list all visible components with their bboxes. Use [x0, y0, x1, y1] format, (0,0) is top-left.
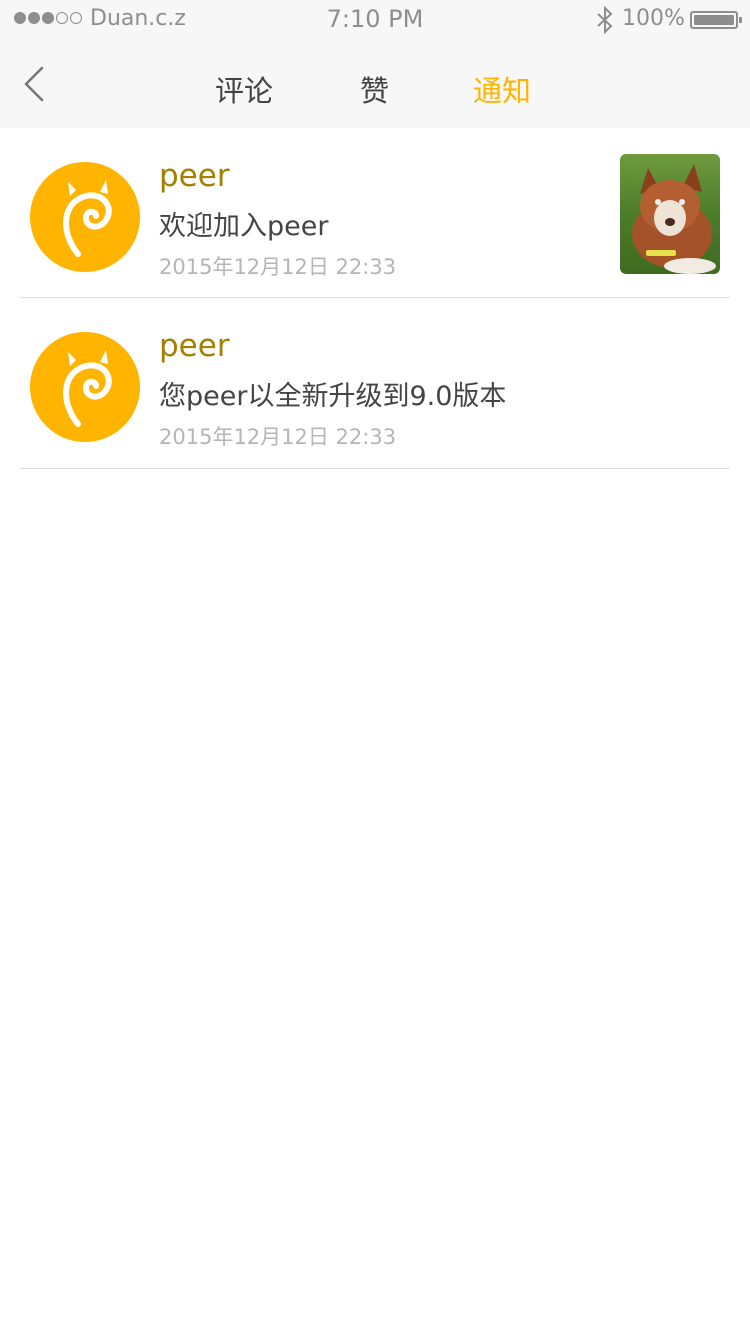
tab-comments[interactable]: 评论	[215, 68, 273, 110]
divider	[20, 468, 730, 469]
chevron-left-icon	[24, 66, 44, 102]
notification-date: 2015年12月12日 22:33	[159, 255, 397, 279]
tab-notifications[interactable]: 通知	[473, 68, 531, 110]
sender-name: peer	[159, 328, 230, 364]
nav-bar: 评论 赞 通知	[0, 40, 750, 128]
phone-screen: Duan.c.z 7:10 PM 100% 评论 赞 通知 peer 欢迎加入p…	[0, 0, 750, 1334]
notification-list: peer 欢迎加入peer 2015年12月12日 22:33 peer 您pe…	[0, 128, 750, 469]
peer-logo-icon	[63, 350, 112, 427]
avatar[interactable]	[30, 162, 140, 272]
bluetooth-icon	[597, 6, 613, 34]
tab-likes[interactable]: 赞	[360, 68, 389, 110]
status-bar: Duan.c.z 7:10 PM 100%	[0, 0, 750, 40]
back-button[interactable]	[14, 62, 58, 106]
notification-item[interactable]: peer 您peer以全新升级到9.0版本 2015年12月12日 22:33	[0, 298, 750, 469]
notification-message: 欢迎加入peer	[159, 211, 329, 242]
notification-item[interactable]: peer 欢迎加入peer 2015年12月12日 22:33	[0, 128, 750, 298]
avatar[interactable]	[30, 332, 140, 442]
dog-photo-thumbnail[interactable]	[620, 154, 720, 274]
battery-icon	[690, 11, 742, 29]
peer-logo-icon	[63, 180, 112, 257]
notification-message: 您peer以全新升级到9.0版本	[159, 381, 507, 412]
battery-percentage: 100%	[622, 6, 685, 31]
sender-name: peer	[159, 158, 230, 194]
notification-date: 2015年12月12日 22:33	[159, 425, 397, 449]
